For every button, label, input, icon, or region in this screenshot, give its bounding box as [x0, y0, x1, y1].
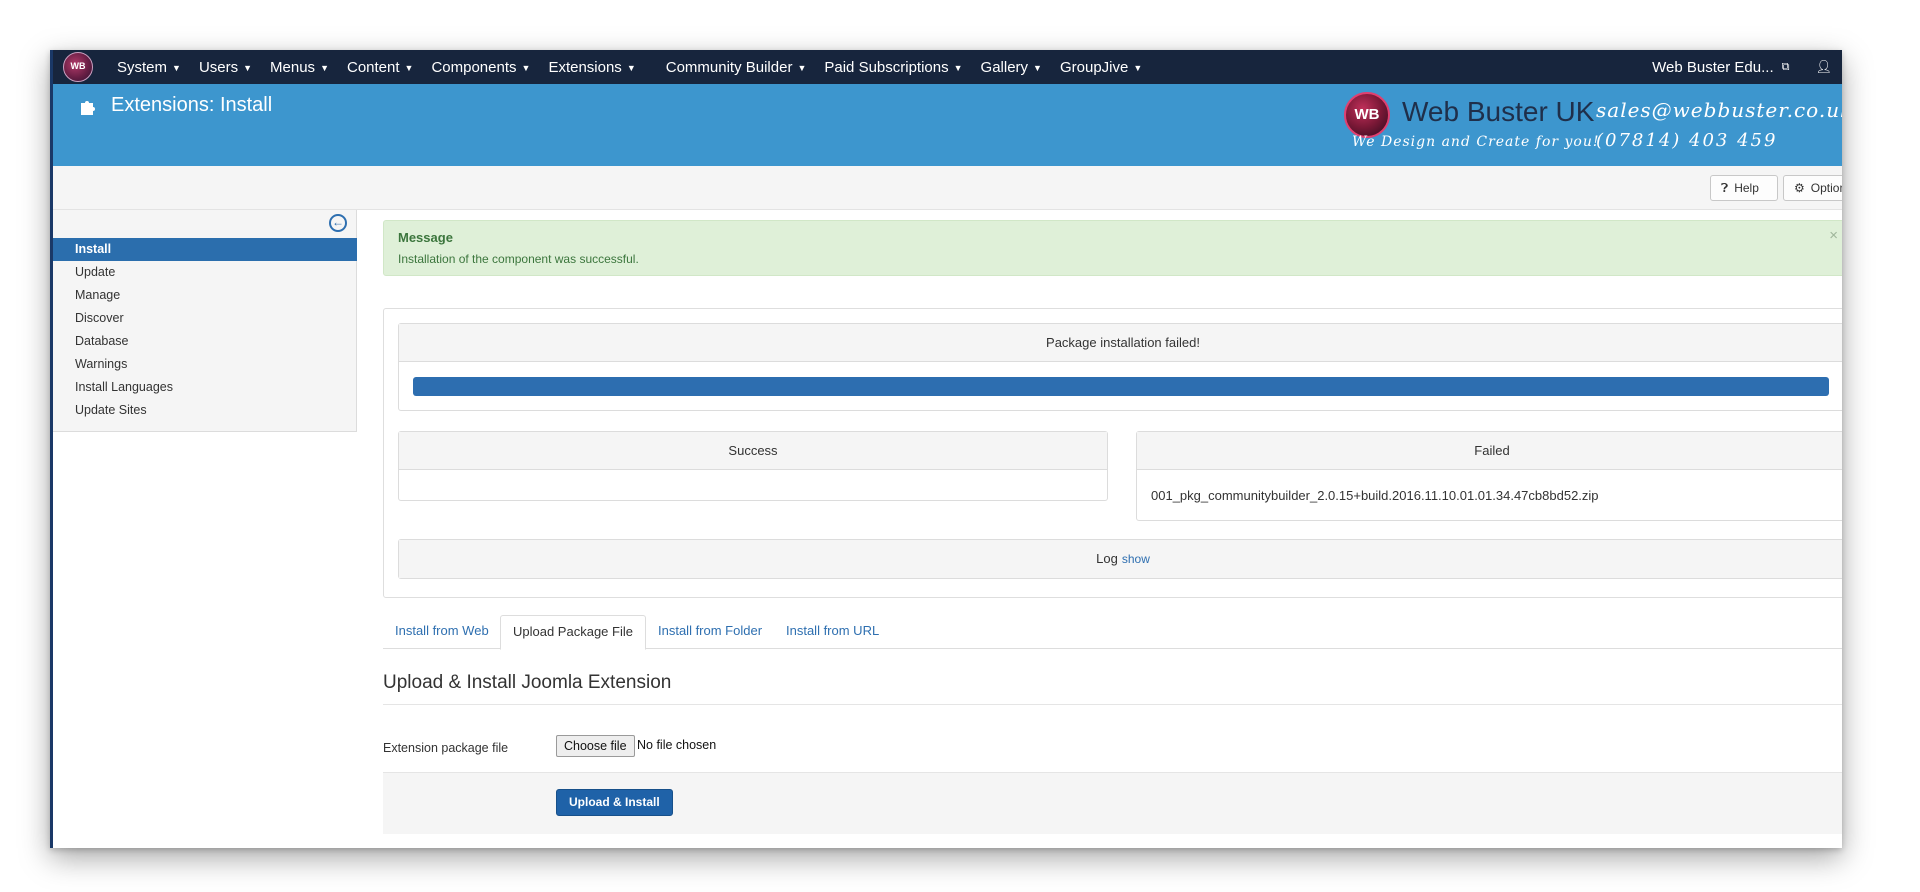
gear-icon: ⚙ — [1794, 181, 1805, 195]
sidebar: ← Install Update Manage Discover Databas… — [53, 210, 357, 432]
section-title: Upload & Install Joomla Extension — [383, 672, 672, 693]
caret-down-icon: ▼ — [243, 62, 253, 73]
menu-label: Users — [198, 58, 239, 76]
joomla-logo-icon[interactable]: WB — [63, 52, 93, 82]
menu-label: Menus — [270, 58, 316, 76]
progress-fill — [413, 377, 1829, 396]
failed-panel: Failed 001_pkg_communitybuilder_2.0.15+b… — [1136, 431, 1842, 521]
nav-right: Web Buster Edu... ⧉ 👤︎ — [1652, 50, 1832, 84]
message-heading: Message — [398, 230, 453, 245]
caret-down-icon: ▼ — [797, 62, 807, 73]
install-result: Package installation failed! Success Fai… — [383, 308, 1842, 598]
tab-install-from-folder[interactable]: Install from Folder — [646, 615, 774, 649]
failed-heading: Failed — [1137, 432, 1842, 470]
success-message: Message Installation of the component wa… — [383, 220, 1842, 276]
menu-label: Components — [431, 58, 517, 76]
menu-components[interactable]: Components ▼ — [431, 59, 530, 76]
sidebar-item-discover[interactable]: Discover — [53, 307, 357, 330]
menu-label: System — [117, 58, 168, 76]
choose-file-button[interactable]: Choose file — [556, 735, 635, 757]
sidebar-item-warnings[interactable]: Warnings — [53, 353, 357, 376]
help-button[interactable]: ❓︎ Help — [1710, 175, 1778, 201]
page-title: Extensions: Install — [79, 94, 272, 117]
options-button[interactable]: ⚙ Options — [1783, 175, 1842, 201]
form-actions: Upload & Install — [383, 772, 1842, 834]
sidebar-item-update-sites[interactable]: Update Sites — [53, 399, 357, 422]
package-file-label: Extension package file — [383, 741, 509, 755]
menu-system[interactable]: System ▼ — [117, 59, 181, 76]
menu-extensions[interactable]: Extensions ▼ — [548, 59, 635, 76]
brand-banner: WB Web Buster UK sales@webbuster.co.uk W… — [1344, 90, 1842, 156]
caret-down-icon: ▼ — [953, 62, 963, 73]
brand-tagline: We Design and Create for you! — [1352, 134, 1600, 150]
top-navbar: WB System ▼ Users ▼ Menus ▼ Content ▼ Compon… — [53, 50, 1842, 84]
user-icon[interactable]: 👤︎ — [1815, 59, 1832, 75]
puzzle-icon — [81, 100, 95, 115]
status-panel: Package installation failed! — [398, 323, 1842, 411]
options-label: Options — [1810, 181, 1842, 195]
nav-logo-text: WB — [70, 61, 86, 71]
menu-menus[interactable]: Menus ▼ — [270, 59, 329, 76]
tab-upload-package-file[interactable]: Upload Package File — [500, 615, 646, 650]
caret-down-icon: ▼ — [1033, 62, 1042, 73]
toolbar: ❓︎ Help ⚙ Options — [53, 166, 1842, 210]
menu-gallery[interactable]: Gallery ▼ — [981, 59, 1042, 76]
progress-bar — [413, 377, 1829, 396]
caret-down-icon: ▼ — [172, 62, 181, 73]
close-icon[interactable]: × — [1829, 227, 1838, 244]
caret-down-icon: ▼ — [1133, 62, 1143, 73]
menu-label: Extensions — [548, 58, 622, 76]
tab-install-from-url[interactable]: Install from URL — [774, 615, 891, 649]
brand-email: sales@webbuster.co.uk — [1596, 98, 1842, 122]
menu-groupjive[interactable]: GroupJive ▼ — [1060, 59, 1142, 76]
caret-down-icon: ▼ — [626, 62, 636, 73]
sidebar-list: Install Update Manage Discover Database … — [53, 238, 357, 422]
menu-content[interactable]: Content ▼ — [347, 59, 413, 76]
log-show-link[interactable]: show — [1122, 552, 1150, 566]
menu-label: GroupJive — [1059, 58, 1129, 76]
sidebar-item-install-languages[interactable]: Install Languages — [53, 376, 357, 399]
log-panel: Log show — [398, 539, 1842, 579]
tab-install-from-web[interactable]: Install from Web — [383, 615, 501, 649]
menu-community-builder[interactable]: Community Builder ▼ — [666, 59, 807, 76]
sidebar-item-install[interactable]: Install — [53, 238, 357, 261]
browser-window: WB System ▼ Users ▼ Menus ▼ Content ▼ Compon… — [50, 50, 1842, 848]
brand-phone: (07814) 403 459 — [1596, 130, 1778, 151]
sidebar-item-update[interactable]: Update — [53, 261, 357, 284]
main-menu: System ▼ Users ▼ Menus ▼ Content ▼ Component… — [117, 50, 1160, 84]
install-tabs: Install from Web Upload Package File Ins… — [383, 615, 1842, 650]
log-label: Log — [1096, 551, 1118, 566]
brand-logo-icon: WB — [1344, 92, 1390, 138]
menu-paid-subscriptions[interactable]: Paid Subscriptions ▼ — [824, 59, 962, 76]
caret-down-icon: ▼ — [320, 62, 329, 73]
page-title-text: Extensions: Install — [111, 94, 273, 116]
menu-label: Content — [346, 58, 400, 76]
section-divider — [383, 704, 1842, 705]
question-circle-icon: ❓︎ — [1721, 180, 1729, 195]
brand-name: Web Buster UK — [1402, 96, 1595, 127]
status-text: Package installation failed! — [399, 324, 1842, 362]
file-status: No file chosen — [637, 738, 717, 752]
menu-users[interactable]: Users ▼ — [199, 59, 252, 76]
success-heading: Success — [399, 432, 1107, 470]
menu-label: Paid Subscriptions — [824, 58, 949, 76]
failed-file-name: 001_pkg_communitybuilder_2.0.15+build.20… — [1151, 488, 1599, 503]
sidebar-item-database[interactable]: Database — [53, 330, 357, 353]
log-heading: Log show — [399, 540, 1842, 578]
external-link-icon[interactable]: ⧉ — [1782, 61, 1790, 74]
menu-label: Gallery — [980, 58, 1029, 76]
sidebar-item-manage[interactable]: Manage — [53, 284, 357, 307]
caret-down-icon: ▼ — [404, 62, 414, 73]
upload-install-button[interactable]: Upload & Install — [556, 789, 673, 816]
brand-logo-text: WB — [1354, 106, 1380, 123]
site-link[interactable]: Web Buster Edu... — [1652, 59, 1773, 76]
message-text: Installation of the component was succes… — [398, 252, 639, 266]
collapse-sidebar-icon[interactable]: ← — [329, 214, 347, 232]
help-label: Help — [1734, 181, 1759, 195]
success-panel: Success — [398, 431, 1108, 501]
caret-down-icon: ▼ — [521, 62, 531, 73]
page-header: Extensions: Install WB Web Buster UK sal… — [53, 84, 1842, 166]
menu-label: Community Builder — [665, 58, 793, 76]
